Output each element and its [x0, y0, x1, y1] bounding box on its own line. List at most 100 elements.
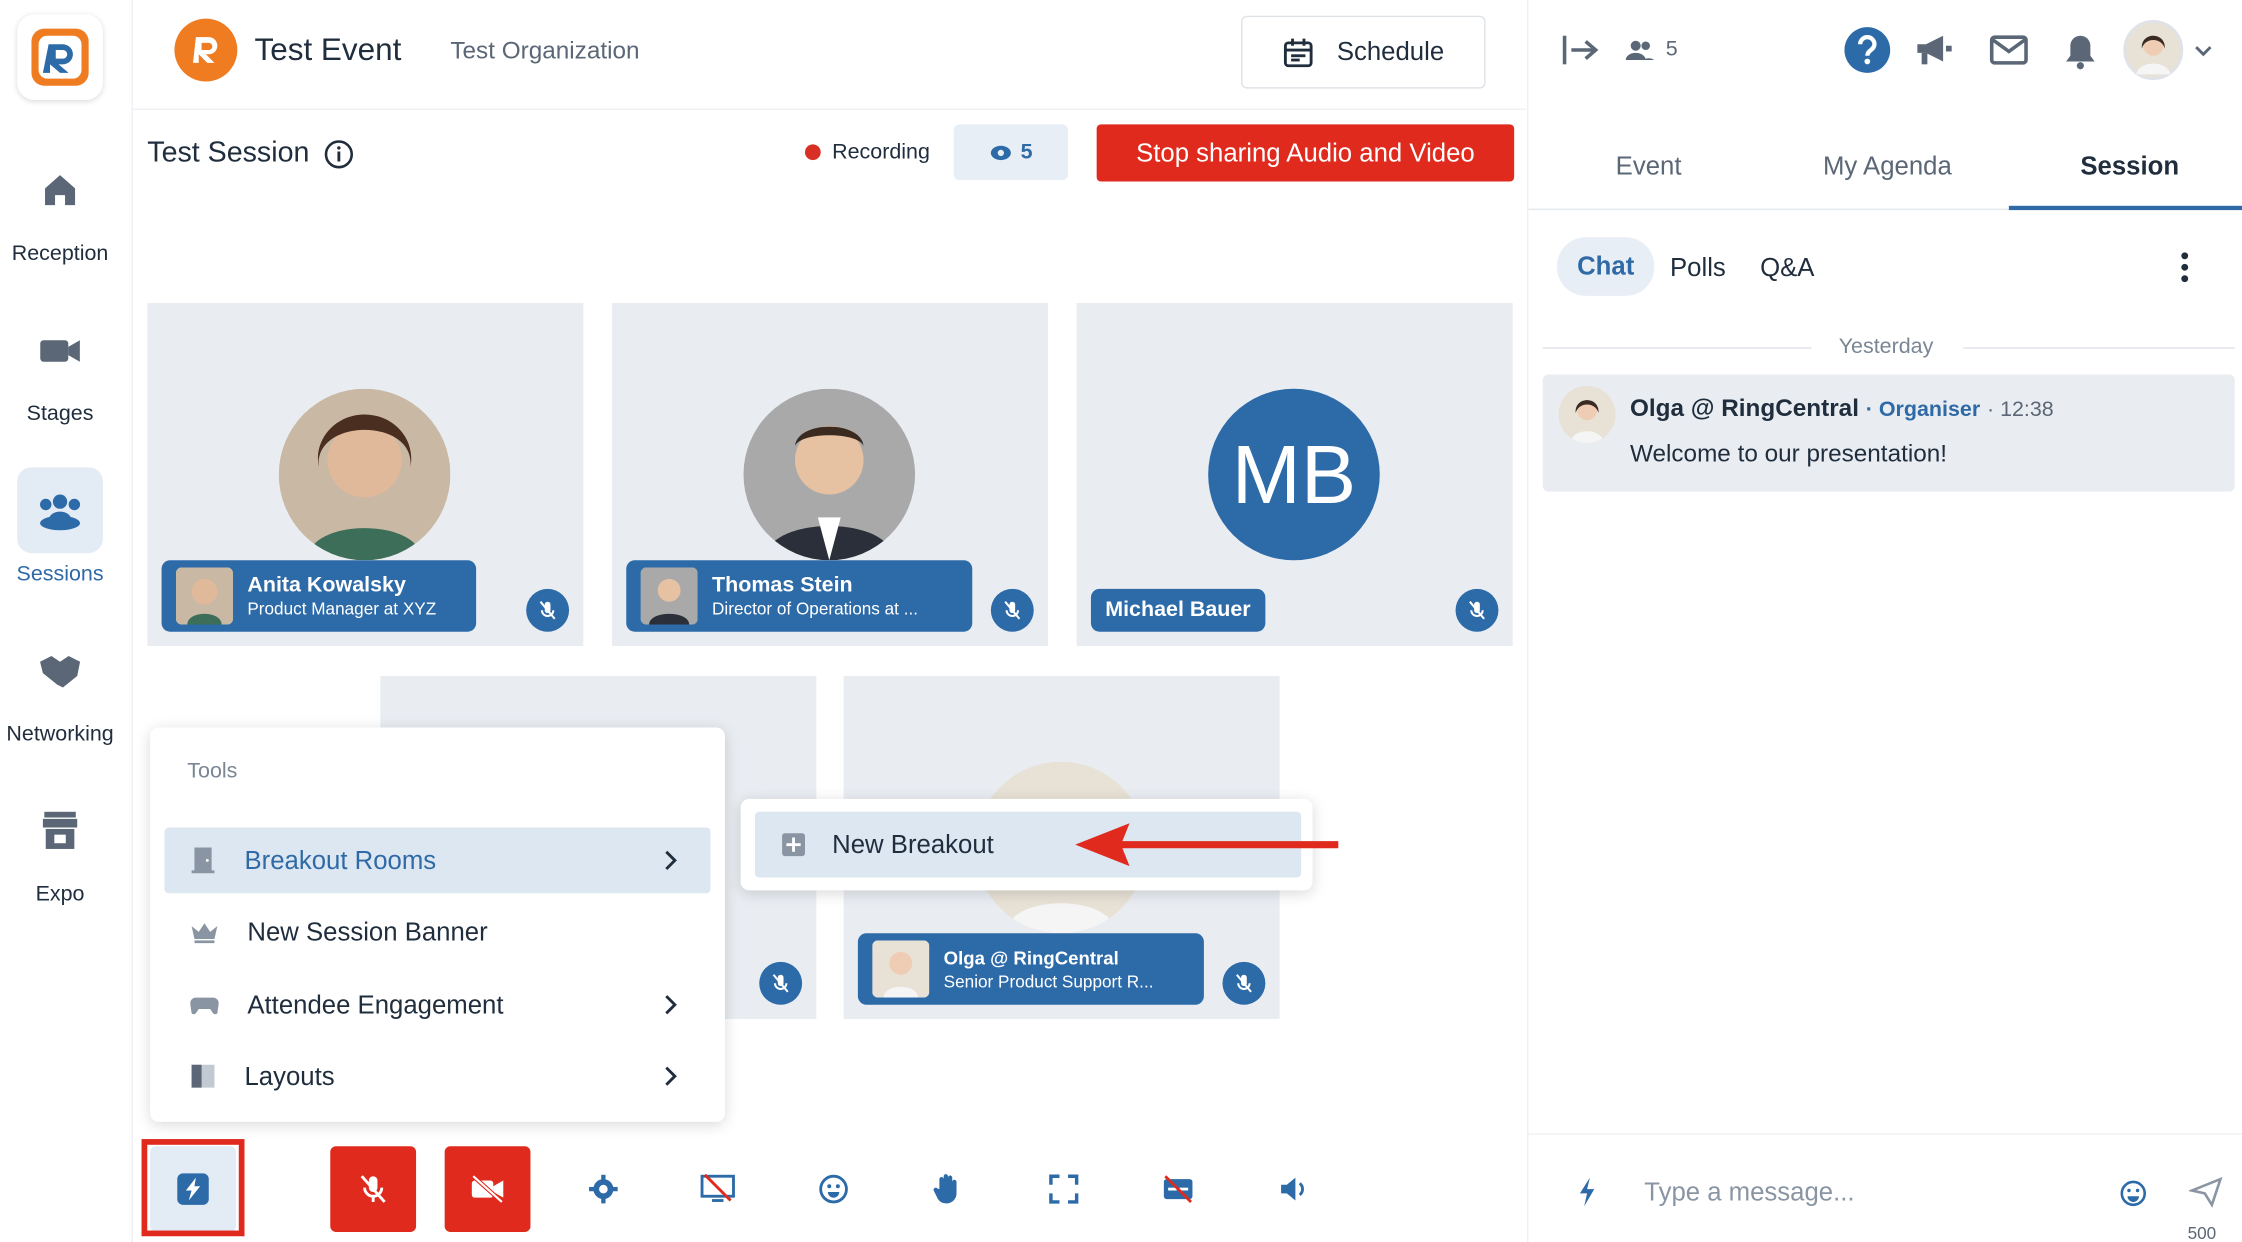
tab-my-agenda[interactable]: My Agenda	[1823, 151, 1952, 181]
recording-label: Recording	[832, 140, 930, 165]
mic-muted-icon	[526, 588, 570, 632]
participant-title: Senior Product Support R...	[943, 971, 1154, 992]
subtab-chat[interactable]: Chat	[1557, 237, 1655, 296]
menu-item-label: Breakout Rooms	[244, 845, 437, 874]
mic-muted-icon	[759, 961, 803, 1005]
smiley-icon	[819, 1174, 848, 1204]
participant-tile: Thomas Stein Director of Operations at .…	[611, 302, 1049, 646]
tab-session[interactable]: Session	[2080, 151, 2179, 181]
lightning-icon[interactable]	[1577, 1176, 1597, 1207]
menu-item-new-session-banner[interactable]: New Session Banner	[164, 899, 710, 965]
menu-item-attendee-engagement[interactable]: Attendee Engagement	[164, 972, 710, 1038]
nav-label: Networking	[6, 721, 114, 747]
chevron-right-icon	[665, 850, 677, 870]
participant-name: Olga @ RingCentral	[943, 947, 1119, 969]
participant-name: Anita Kowalsky	[247, 573, 406, 598]
app-root: Reception Stages Sessions Networking Exp…	[0, 0, 2242, 1242]
screen-share-button[interactable]	[675, 1146, 761, 1232]
camera-toggle-button[interactable]	[444, 1146, 531, 1232]
info-icon[interactable]	[324, 138, 355, 169]
separator-line	[1963, 347, 2235, 349]
megaphone-icon[interactable]	[1915, 31, 1955, 68]
door-icon	[191, 847, 215, 874]
participant-thumbnail	[872, 940, 930, 998]
gamepad-icon	[190, 997, 219, 1015]
event-logo-icon	[174, 18, 238, 82]
nav-item-stages[interactable]: Stages	[0, 307, 120, 426]
help-icon[interactable]	[1843, 26, 1892, 75]
bell-icon[interactable]	[2063, 33, 2097, 70]
calendar-icon	[1283, 37, 1313, 67]
participant-name-tag: Olga @ RingCentral Senior Product Suppor…	[857, 933, 1204, 1005]
nav-item-networking[interactable]: Networking	[0, 627, 120, 746]
send-icon[interactable]	[2189, 1176, 2223, 1208]
exit-icon[interactable]	[1560, 31, 1600, 68]
user-avatar-menu[interactable]	[2123, 20, 2215, 81]
day-separator: Yesterday	[1542, 334, 2235, 363]
participant-thumbnail	[175, 567, 234, 625]
fullscreen-button[interactable]	[1021, 1146, 1107, 1232]
participant-avatar	[743, 388, 916, 561]
message-time: 12:38	[2000, 397, 2054, 422]
fullscreen-icon	[1049, 1174, 1079, 1204]
menu-item-layouts[interactable]: Layouts	[164, 1043, 710, 1109]
separator-line	[1542, 347, 1812, 349]
participant-title: Director of Operations at ...	[712, 598, 919, 619]
session-title-text: Test Session	[147, 137, 310, 169]
viewer-count-badge[interactable]: 5	[953, 124, 1069, 181]
emoji-icon[interactable]	[2119, 1179, 2148, 1208]
more-options-icon[interactable]	[2179, 250, 2190, 284]
participant-title: Product Manager at XYZ	[247, 598, 437, 619]
nav-item-expo[interactable]: Expo	[0, 787, 120, 906]
attendee-count[interactable]: 5	[1625, 37, 1678, 62]
message-input[interactable]: Type a message...	[1644, 1178, 1854, 1208]
avatar	[1558, 385, 1616, 444]
event-title: Test Event	[254, 31, 402, 68]
recording-indicator: Recording	[804, 140, 930, 165]
tab-event[interactable]: Event	[1616, 151, 1682, 181]
subtab-polls[interactable]: Polls	[1670, 253, 1726, 283]
nav-label: Expo	[35, 881, 85, 907]
captions-button[interactable]	[1135, 1146, 1221, 1232]
mic-muted-icon	[990, 588, 1034, 632]
screen-share-off-icon	[700, 1173, 735, 1202]
nav-item-reception[interactable]: Reception	[0, 147, 120, 266]
nav-label: Stages	[26, 401, 94, 426]
menu-item-label: Attendee Engagement	[247, 989, 504, 1019]
microphone-toggle-button[interactable]	[330, 1146, 417, 1232]
app-logo[interactable]	[17, 14, 103, 101]
volume-button[interactable]	[1251, 1146, 1337, 1232]
stop-sharing-button[interactable]: Stop sharing Audio and Video	[1096, 124, 1515, 182]
settings-button[interactable]	[560, 1146, 646, 1232]
schedule-button[interactable]: Schedule	[1241, 15, 1486, 89]
nav-item-sessions[interactable]: Sessions	[0, 467, 120, 586]
participant-name-tag: Michael Bauer	[1090, 588, 1265, 632]
menu-item-label: New Session Banner	[247, 916, 488, 946]
annotation-highlight-box	[141, 1139, 245, 1237]
nav-label: Reception	[11, 241, 109, 266]
ringcentral-logo-icon	[31, 28, 89, 86]
char-limit: 500	[2187, 1223, 2217, 1242]
storefront-icon	[17, 787, 103, 873]
home-icon	[17, 147, 103, 233]
reactions-button[interactable]	[791, 1146, 877, 1232]
panel-tabs: Event My Agenda Session	[1528, 129, 2242, 211]
participant-tile: Anita Kowalsky Product Manager at XYZ	[147, 302, 584, 646]
raise-hand-button[interactable]	[905, 1146, 991, 1232]
menu-item-breakout-rooms[interactable]: Breakout Rooms	[164, 827, 711, 894]
handshake-icon	[17, 627, 103, 713]
viewer-count: 5	[1020, 140, 1033, 165]
video-camera-icon	[17, 307, 103, 393]
top-header: Test Event Test Organization Schedule	[132, 0, 1526, 111]
tools-menu: Tools Breakout Rooms New Session Banner …	[150, 727, 725, 1122]
subtab-qa[interactable]: Q&A	[1760, 253, 1814, 283]
menu-item-label: Layouts	[244, 1061, 335, 1090]
tools-menu-header: Tools	[187, 758, 238, 784]
participant-thumbnail	[640, 567, 698, 625]
participant-avatar	[278, 388, 451, 561]
participant-tile: MB Michael Bauer	[1076, 302, 1513, 646]
message-author-line: Olga @ RingCentral · Organiser · 12:38	[1629, 394, 2054, 422]
hand-icon	[933, 1174, 957, 1204]
mail-icon[interactable]	[1989, 34, 2029, 65]
attendee-count-value: 5	[1665, 37, 1678, 62]
